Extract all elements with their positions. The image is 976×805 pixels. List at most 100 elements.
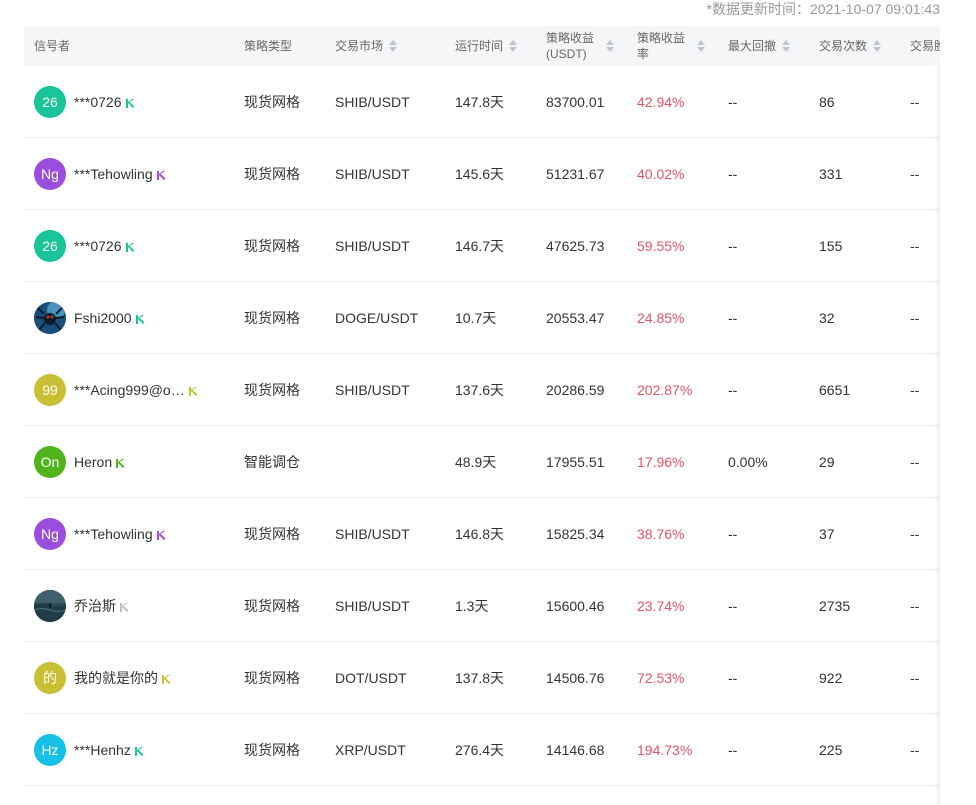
header-drawdown[interactable]: 最大回撤 (718, 38, 809, 54)
signal-cell[interactable]: 的我的就是你的 (24, 661, 234, 694)
avatar[interactable] (34, 301, 66, 334)
sort-icon[interactable] (782, 40, 791, 52)
avatar[interactable]: 26 (34, 85, 66, 118)
avatar[interactable]: Ng (34, 157, 66, 190)
profit-rate: 24.85% (637, 309, 685, 326)
table-row[interactable]: Hz ***Henhz 现货网格 XRP/USDT 276.4天 14146.68 194.… (24, 714, 940, 786)
level-badge-icon (156, 528, 166, 540)
table-row[interactable]: 26 ***0726 现货网格 SHIB/USDT 146.7天 47625.73 59.5… (24, 210, 940, 282)
header-trades[interactable]: 交易次数 (809, 38, 900, 54)
signal-cell[interactable]: 26 ***0726 (24, 85, 234, 118)
avatar[interactable]: On (34, 445, 66, 478)
signal-cell[interactable]: 99 ***Acing999@o… (24, 373, 234, 406)
profit-rate: 42.94% (637, 93, 685, 110)
table-row[interactable]: 乔治斯 现货网格 SHIB/USDT 1.3天 15600.46 23.74% -- 2735… (24, 570, 940, 642)
table-row[interactable]: 26 ***0726 现货网格 SHIB/USDT 147.8天 83700.01 42.9… (24, 66, 940, 138)
avatar[interactable]: Ng (34, 517, 66, 550)
signal-cell[interactable]: Fshi2000 (24, 301, 234, 334)
trade-count: 29 (819, 453, 835, 470)
signal-name[interactable]: 乔治斯 (74, 596, 116, 616)
avatar[interactable]: 99 (34, 373, 66, 406)
profit: 14506.76 (546, 669, 605, 686)
market: SHIB/USDT (335, 381, 410, 398)
header-market[interactable]: 交易市场 (325, 38, 445, 54)
sort-icon[interactable] (606, 40, 614, 52)
trade-count: 225 (819, 741, 843, 758)
signal-name[interactable]: ***Acing999@o… (74, 382, 185, 398)
avatar[interactable]: 26 (34, 229, 66, 262)
sort-icon[interactable] (389, 40, 398, 52)
signal-cell[interactable]: Ng ***Tehowling (24, 517, 234, 550)
signal-name[interactable]: Heron (74, 454, 112, 470)
level-badge-icon (188, 384, 198, 396)
market: XRP/USDT (335, 741, 406, 758)
level-badge-icon (115, 456, 125, 468)
profit: 20553.47 (546, 309, 605, 326)
header-rate[interactable]: 策略收益率 (627, 30, 718, 62)
trade-count: 6651 (819, 381, 851, 398)
trade-count: 2735 (819, 597, 851, 614)
avatar[interactable]: 的 (34, 661, 66, 694)
signal-cell[interactable]: 26 ***0726 (24, 229, 234, 262)
table-row[interactable]: 99 ***Acing999@o… 现货网格 SHIB/USDT 137.6天 20286… (24, 354, 940, 426)
table-row[interactable]: On Heron 智能调仓 48.9天 17955.51 17.96% 0.00% 29 -- (24, 426, 940, 498)
signal-name[interactable]: ***0726 (74, 94, 122, 110)
strategy-type: 现货网格 (244, 237, 300, 254)
signal-cell[interactable]: 乔治斯 (24, 589, 234, 622)
table-row[interactable]: Fshi2000 现货网格 DOGE/USDT 10.7天 20553.47 24.85%… (24, 282, 940, 354)
avatar[interactable]: Hz (34, 733, 66, 766)
table-row[interactable]: Ng ***Tehowling 现货网格 SHIB/USDT 146.8天 15825.3… (24, 498, 940, 570)
level-badge-icon (135, 312, 145, 324)
max-drawdown: -- (728, 597, 738, 614)
max-drawdown: -- (728, 93, 738, 110)
sort-icon[interactable] (697, 40, 705, 52)
max-drawdown: -- (728, 165, 738, 182)
max-drawdown: -- (728, 525, 738, 542)
max-drawdown: -- (728, 741, 738, 758)
signal-name[interactable]: ***Tehowling (74, 166, 153, 182)
table-row[interactable]: 的我的就是你的 现货网格 DOT/USDT 137.8天 14506.76 72.53% -… (24, 642, 940, 714)
signal-name[interactable]: Fshi2000 (74, 310, 132, 326)
trade-count: 86 (819, 93, 835, 110)
level-badge-icon (125, 96, 135, 108)
signal-name[interactable]: ***Tehowling (74, 526, 153, 542)
strategy-type: 现货网格 (244, 669, 300, 686)
runtime: 48.9天 (455, 453, 497, 470)
level-badge-icon (125, 240, 135, 252)
signal-cell[interactable]: Ng ***Tehowling (24, 157, 234, 190)
strategy-type: 现货网格 (244, 381, 300, 398)
market: DOGE/USDT (335, 309, 419, 326)
trade-count: 37 (819, 525, 835, 542)
market: SHIB/USDT (335, 525, 410, 542)
header-strategy-type: 策略类型 (244, 39, 293, 53)
table-header: 信号者 策略类型 交易市场 运行时间 策略收益(USDT) 策略收益率 最大回撤… (24, 26, 940, 66)
signal-name[interactable]: ***0726 (74, 238, 122, 254)
scroll-shadow (934, 66, 940, 805)
profit: 83700.01 (546, 93, 605, 110)
market: SHIB/USDT (335, 237, 410, 254)
table-body: 26 ***0726 现货网格 SHIB/USDT 147.8天 83700.01 42.9… (24, 66, 940, 786)
max-drawdown: 0.00% (728, 453, 768, 470)
header-runtime[interactable]: 运行时间 (445, 38, 536, 54)
profit: 20286.59 (546, 381, 605, 398)
sort-icon[interactable] (873, 40, 882, 52)
profit: 15600.46 (546, 597, 605, 614)
strategy-type: 现货网格 (244, 741, 300, 758)
sort-icon[interactable] (509, 40, 518, 52)
signal-cell[interactable]: On Heron (24, 445, 234, 478)
runtime: 146.8天 (455, 525, 505, 542)
table-row[interactable]: Ng ***Tehowling 现货网格 SHIB/USDT 145.6天 51231.6… (24, 138, 940, 210)
signal-name[interactable]: 我的就是你的 (74, 668, 158, 688)
max-drawdown: -- (728, 237, 738, 254)
header-profit[interactable]: 策略收益(USDT) (536, 30, 627, 62)
signal-cell[interactable]: Hz ***Henhz (24, 733, 234, 766)
market: SHIB/USDT (335, 597, 410, 614)
profit-rate: 59.55% (637, 237, 685, 254)
strategy-type: 智能调仓 (244, 453, 300, 470)
profit-rate: 17.96% (637, 453, 685, 470)
signal-name[interactable]: ***Henhz (74, 742, 131, 758)
runtime: 10.7天 (455, 309, 497, 326)
avatar[interactable] (34, 589, 66, 622)
market: SHIB/USDT (335, 165, 410, 182)
trade-count: 331 (819, 165, 843, 182)
